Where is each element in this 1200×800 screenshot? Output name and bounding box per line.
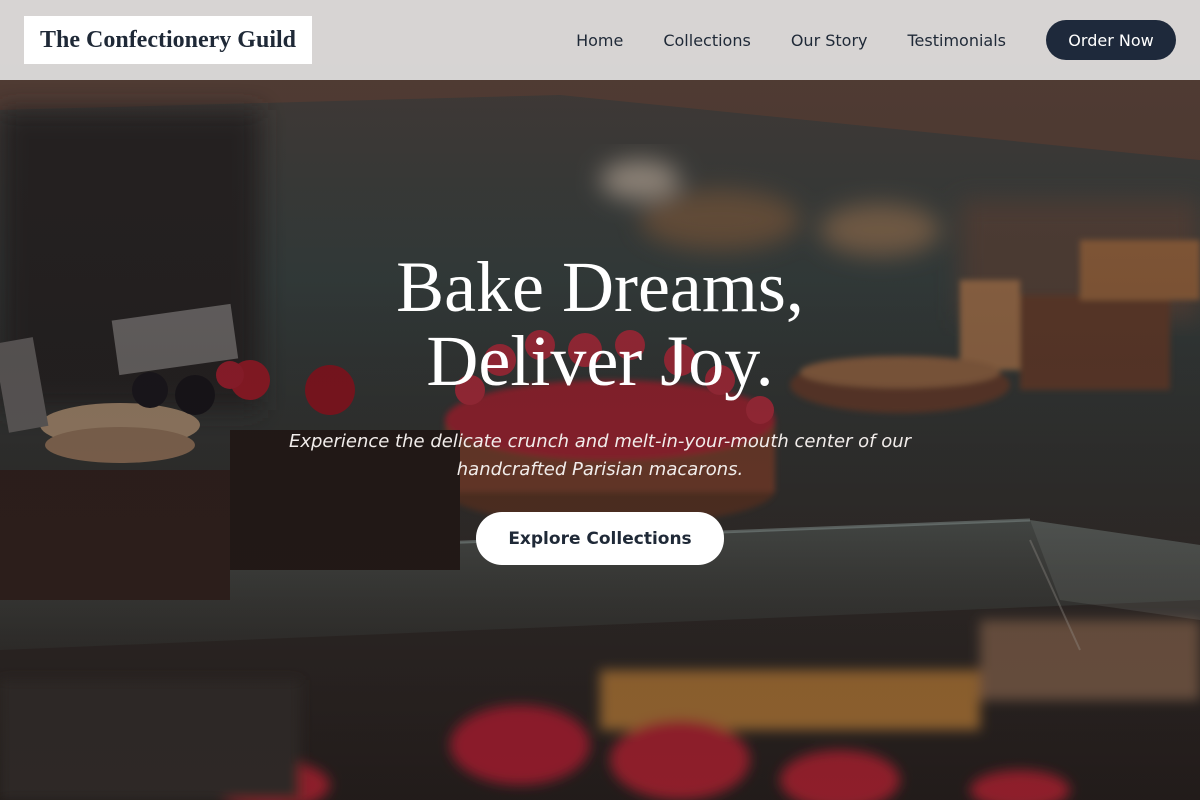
explore-collections-button[interactable]: Explore Collections [476,512,724,565]
hero-subtitle: Experience the delicate crunch and melt-… [0,428,1200,484]
brand-logo[interactable]: The Confectionery Guild [24,16,312,64]
hero-content: Bake Dreams, Deliver Joy. Experience the… [0,250,1200,565]
hero-subtitle-line-2: handcrafted Parisian macarons. [456,459,744,480]
hero-title: Bake Dreams, Deliver Joy. [0,250,1200,398]
site-header: The Confectionery Guild Home Collections… [0,0,1200,80]
hero-title-line-2: Deliver Joy. [426,321,774,401]
order-now-button[interactable]: Order Now [1046,20,1176,60]
hero-title-line-1: Bake Dreams, [396,247,804,327]
nav-link-our-story[interactable]: Our Story [791,31,868,50]
nav-link-collections[interactable]: Collections [663,31,750,50]
nav-link-testimonials[interactable]: Testimonials [908,31,1007,50]
hero-subtitle-line-1: Experience the delicate crunch and melt-… [288,431,912,452]
brand-name: The Confectionery Guild [40,26,296,53]
main-nav: Home Collections Our Story Testimonials … [576,20,1176,60]
nav-link-home[interactable]: Home [576,31,623,50]
